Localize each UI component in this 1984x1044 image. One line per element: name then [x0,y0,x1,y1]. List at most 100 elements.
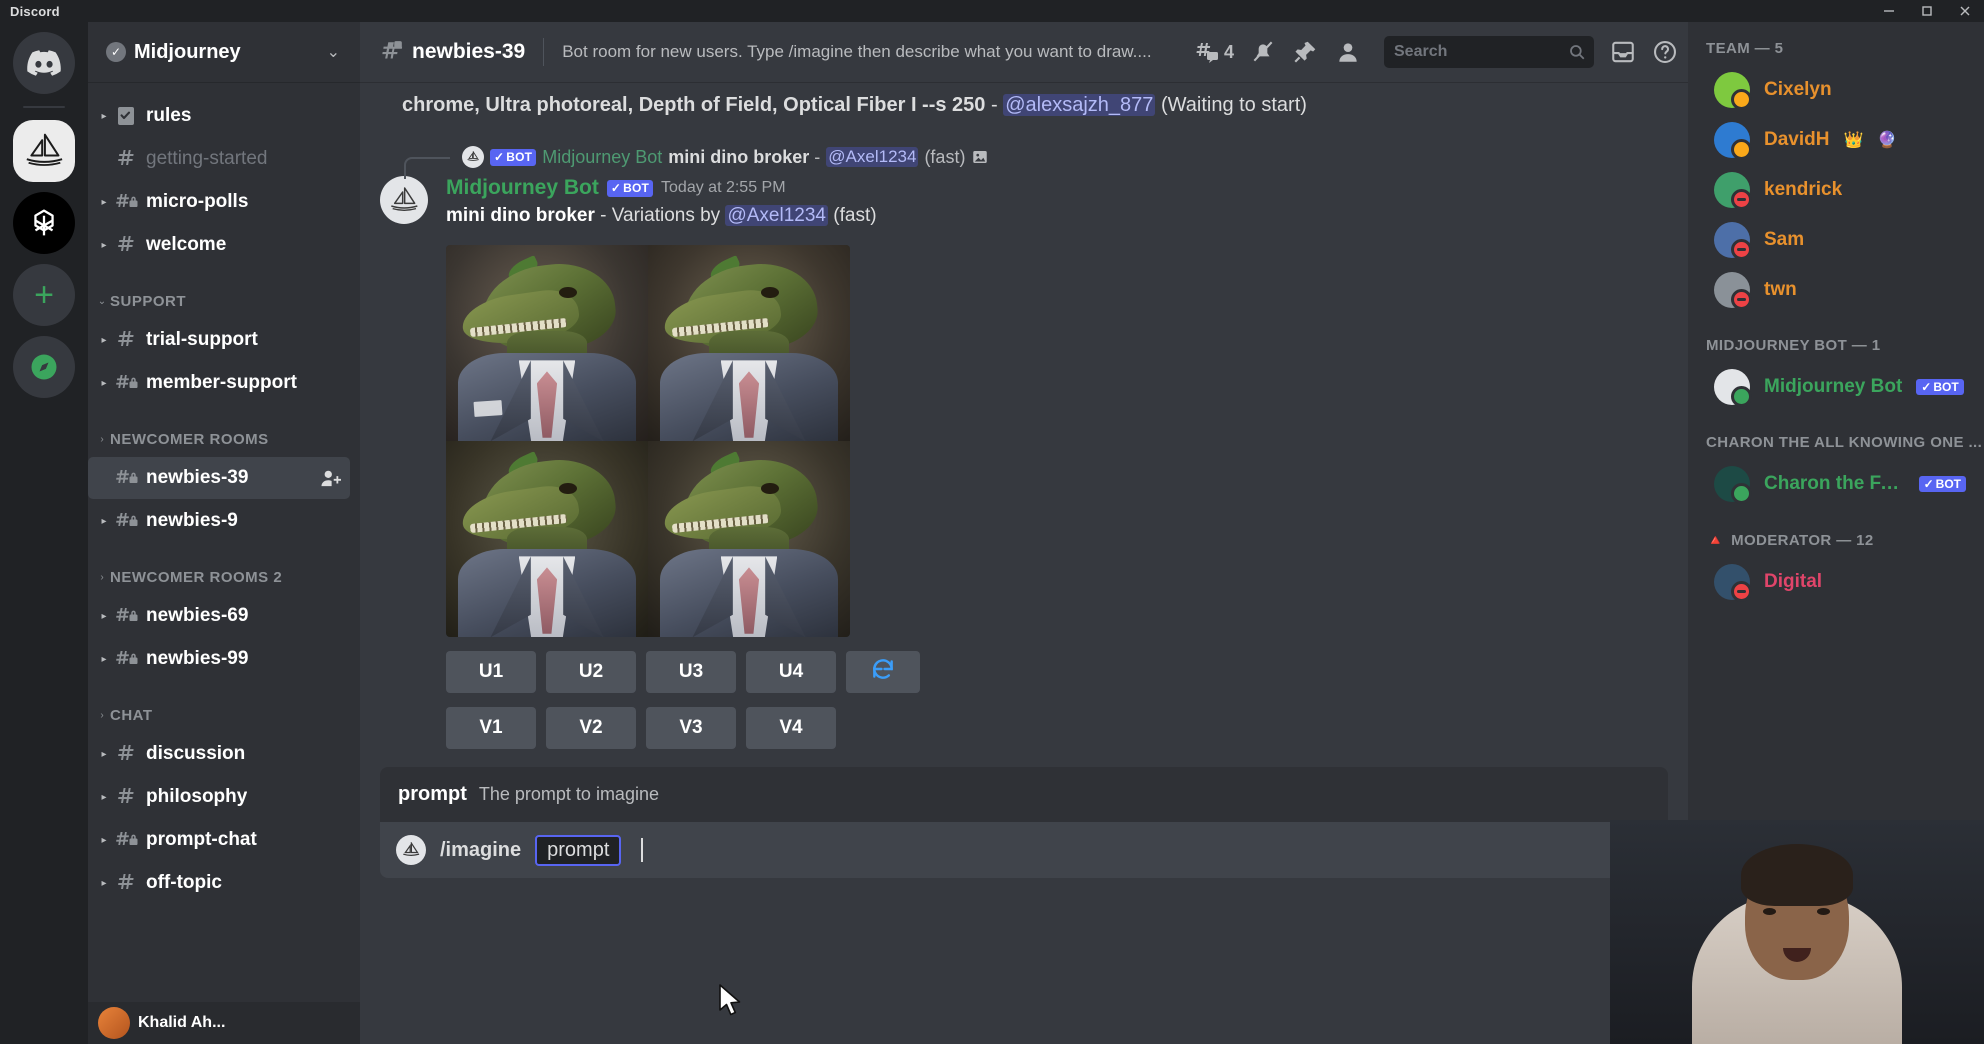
member-row[interactable]: Midjourney Bot ✓ BOT [1696,362,1976,412]
server-icon-discord-home[interactable] [13,32,75,94]
grid-cell-3[interactable] [446,441,648,638]
slash-command-name: /imagine [440,838,522,861]
avatar [98,1007,130,1039]
mention-axel1234[interactable]: @Axel1234 [725,205,828,227]
current-user-panel[interactable]: Khalid Ah... [88,1002,360,1044]
upscale-button-u2[interactable]: U2 [546,651,636,694]
sidebar-item-getting-started[interactable]: ▸ getting-started [88,138,350,180]
category-newcomer-rooms-2[interactable]: › NEWCOMER ROOMS 2 [88,560,360,594]
server-icon-openai[interactable] [13,192,75,254]
message-author[interactable]: Midjourney Bot [446,176,599,200]
rules-icon [112,104,140,128]
pinned-messages-icon[interactable] [1292,39,1318,65]
category-newcomer-rooms[interactable]: › NEWCOMER ROOMS [88,422,360,456]
member-row[interactable]: DavidH 👑 🔮 [1696,115,1976,165]
variation-button-v2[interactable]: V2 [546,707,636,750]
category-label: NEWCOMER ROOMS 2 [110,568,283,586]
sidebar-item-newbies-9[interactable]: ▸ newbies-9 [88,500,350,542]
message-speed: (fast) [833,205,877,227]
member-row[interactable]: Sam [1696,215,1976,265]
category-chat[interactable]: › CHAT [88,698,360,732]
current-user-name: Khalid Ah... [138,1014,226,1031]
status-badge [1731,483,1752,504]
category-label: NEWCOMER ROOMS [110,430,269,448]
sidebar-item-label: discussion [146,743,246,764]
channel-list[interactable]: ▸ rules ▸ getting-started ▸ micro-polls … [88,82,360,1002]
sidebar-item-prompt-chat[interactable]: ▸ prompt-chat [88,819,350,861]
sidebar-item-micro-polls[interactable]: ▸ micro-polls [88,181,350,223]
chevron-icon: › [100,571,104,583]
mention-alexsajzh[interactable]: @alexsajzh_877 [1003,94,1156,116]
sidebar-item-label: newbies-69 [146,605,249,626]
add-server-button[interactable]: + [13,264,75,326]
category-label: CHAT [110,706,153,724]
variation-button-v3[interactable]: V3 [646,707,736,750]
grid-cell-4[interactable] [648,441,850,638]
server-header-dropdown[interactable]: ✓ Midjourney ⌄ [88,22,360,82]
help-icon[interactable] [1652,39,1678,65]
grid-cell-2[interactable] [648,245,850,442]
category-support[interactable]: ⌄ SUPPORT [88,284,360,318]
sidebar-item-off-topic[interactable]: ▸ off-topic [88,862,350,904]
reply-author[interactable]: Midjourney Bot [542,147,662,168]
webcam-hair [1741,844,1853,906]
member-group-header: TEAM — 5 [1688,40,1984,57]
sidebar-item-philosophy[interactable]: ▸ philosophy [88,776,350,818]
hash-lock-icon [112,828,140,852]
sidebar-item-rules[interactable]: ▸ rules [88,95,350,137]
member-list-icon[interactable] [1334,39,1362,65]
grid-cell-1[interactable] [446,245,648,442]
notification-off-icon[interactable] [1250,39,1276,65]
maximize-icon[interactable] [1908,0,1946,22]
channel-header: newbies-39 Bot room for new users. Type … [360,22,1688,82]
variation-button-v1[interactable]: V1 [446,707,536,750]
variation-button-v4[interactable]: V4 [746,707,836,750]
member-row[interactable]: Charon the FAQ ... ✓BOT [1696,459,1976,509]
avatar [1714,564,1752,602]
message-composer[interactable]: /imagine prompt 🙂 [380,822,1668,879]
avatar [1714,369,1752,407]
minimize-icon[interactable] [1870,0,1908,22]
member-row[interactable]: Cixelyn [1696,65,1976,115]
explore-servers-button[interactable] [13,336,75,398]
command-option-chip[interactable]: prompt [535,834,622,866]
variation-button-row: V1 V2 V3 V4 [446,707,1668,750]
inbox-icon[interactable] [1610,39,1636,65]
sidebar-item-newbies-99[interactable]: ▸ newbies-99 [88,638,350,680]
close-icon[interactable] [1946,0,1984,22]
reroll-button[interactable] [846,651,920,694]
sidebar-item-trial-support[interactable]: ▸ trial-support [88,319,350,361]
avatar[interactable] [380,176,428,225]
reply-context[interactable]: ✓ BOT Midjourney Bot mini dino broker - @… [360,144,1688,180]
window-title-bar: Discord [0,0,1984,22]
sidebar-item-discussion[interactable]: ▸ discussion [88,733,350,775]
sidebar-item-label: getting-started [146,148,268,169]
member-group-header: 🔺 MODERATOR — 12 [1688,531,1984,550]
member-row[interactable]: kendrick [1696,165,1976,215]
search-input[interactable]: Search [1384,36,1594,68]
chevron-icon: › [100,433,104,445]
slash-command-suggestion[interactable]: prompt The prompt to imagine [380,767,1668,823]
message-list[interactable]: chrome, Ultra photoreal, Depth of Field,… [360,82,1688,1044]
upscale-button-u3[interactable]: U3 [646,651,736,694]
sidebar-item-newbies-39[interactable]: ▸ newbies-39 [88,457,350,499]
upscale-button-u1[interactable]: U1 [446,651,536,694]
server-icon-midjourney[interactable] [13,120,75,182]
avatar [1714,122,1752,160]
member-row[interactable]: Digital [1696,557,1976,607]
bot-badge-label: BOT [623,180,650,195]
previous-message-sep: - [985,94,1004,116]
sidebar-item-newbies-69[interactable]: ▸ newbies-69 [88,595,350,637]
create-invite-icon[interactable] [320,468,342,488]
threads-icon[interactable]: 4 [1194,40,1234,64]
generated-image-grid[interactable] [446,245,850,638]
sidebar-item-member-support[interactable]: ▸ member-support [88,362,350,404]
divider [543,38,545,66]
unread-arrow-icon: ▸ [101,653,107,665]
mention-axel1234-reply[interactable]: @Axel1234 [826,147,919,168]
compass-icon [31,354,57,380]
sidebar-item-welcome[interactable]: ▸ welcome [88,224,350,266]
member-row[interactable]: twn [1696,265,1976,315]
sidebar-item-label: trial-support [146,329,258,350]
upscale-button-u4[interactable]: U4 [746,651,836,694]
